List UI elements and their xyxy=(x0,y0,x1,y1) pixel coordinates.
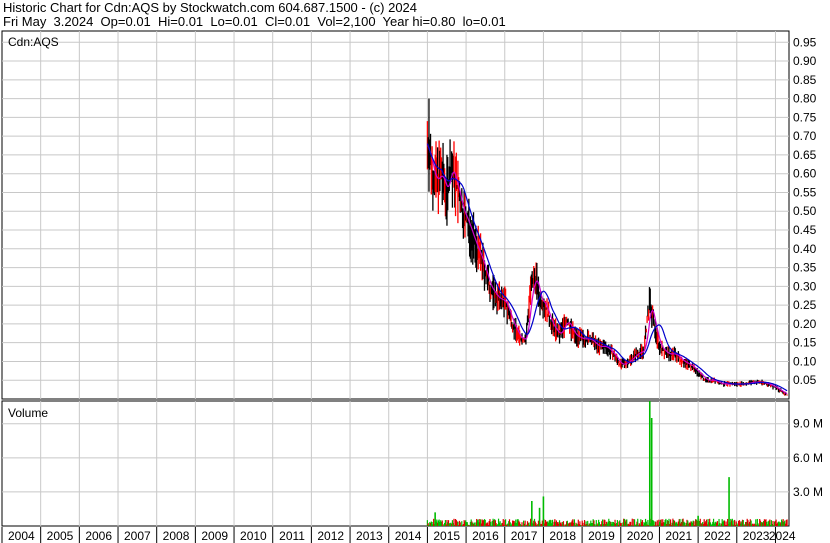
y-tick-label: 0.35 xyxy=(793,261,817,275)
y-tick-label: 0.95 xyxy=(793,35,817,49)
y-tick-label: 0.30 xyxy=(793,279,817,293)
x-tick-label: 2004 xyxy=(8,529,35,543)
y-tick-label: 0.25 xyxy=(793,298,817,312)
x-tick-label: 2023 xyxy=(743,529,770,543)
y-tick-label: 0.70 xyxy=(793,129,817,143)
y-tick-label: 0.15 xyxy=(793,336,817,350)
x-tick-label: 2018 xyxy=(549,529,576,543)
x-tick-label: 2019 xyxy=(588,529,615,543)
y-tick-label: 0.45 xyxy=(793,223,817,237)
x-tick-label: 2007 xyxy=(124,529,151,543)
x-tick-label: 2013 xyxy=(356,529,383,543)
x-tick-label: 2006 xyxy=(85,529,112,543)
x-tick-label: 2017 xyxy=(511,529,538,543)
y-tick-label: 0.55 xyxy=(793,185,817,199)
volume-panel xyxy=(1,400,790,527)
y-tick-label: 0.60 xyxy=(793,167,817,181)
y-tick-label: 6.0 M xyxy=(793,451,823,465)
y-tick-label: 0.75 xyxy=(793,110,817,124)
stock-chart: 0.95 0.90 0.85 0.80 0.75 0.70 0.65 0.60 0.55 0.50… xyxy=(1,30,823,543)
x-tick-label: 2009 xyxy=(201,529,228,543)
y-tick-label: 0.10 xyxy=(793,354,817,368)
x-tick-label: 2005 xyxy=(47,529,74,543)
price-panel-title: Cdn:AQS xyxy=(8,35,59,49)
y-tick-label: 0.65 xyxy=(793,148,817,162)
y-tick-label: 0.20 xyxy=(793,317,817,331)
x-tick-label: 2015 xyxy=(433,529,460,543)
y-tick-label: 3.0 M xyxy=(793,485,823,499)
y-tick-label: 0.90 xyxy=(793,54,817,68)
x-tick-label: 2012 xyxy=(317,529,344,543)
x-tick-label: 2010 xyxy=(240,529,267,543)
x-tick-label: 2008 xyxy=(163,529,190,543)
y-tick-label: 0.50 xyxy=(793,204,817,218)
y-tick-label: 9.0 M xyxy=(793,417,823,431)
x-tick-label: 2016 xyxy=(472,529,499,543)
y-tick-label: 0.05 xyxy=(793,373,817,387)
x-tick-label: 2020 xyxy=(627,529,654,543)
x-tick-label: 2022 xyxy=(704,529,731,543)
x-tick-label: 2024 xyxy=(769,529,796,543)
volume-panel-title: Volume xyxy=(8,406,48,420)
price-panel xyxy=(1,30,790,400)
y-tick-label: 0.40 xyxy=(793,242,817,256)
y-tick-label: 0.85 xyxy=(793,73,817,87)
x-tick-label: 2014 xyxy=(395,529,422,543)
x-tick-label: 2011 xyxy=(279,529,305,543)
y-tick-label: 0.80 xyxy=(793,92,817,106)
x-tick-label: 2021 xyxy=(665,529,692,543)
